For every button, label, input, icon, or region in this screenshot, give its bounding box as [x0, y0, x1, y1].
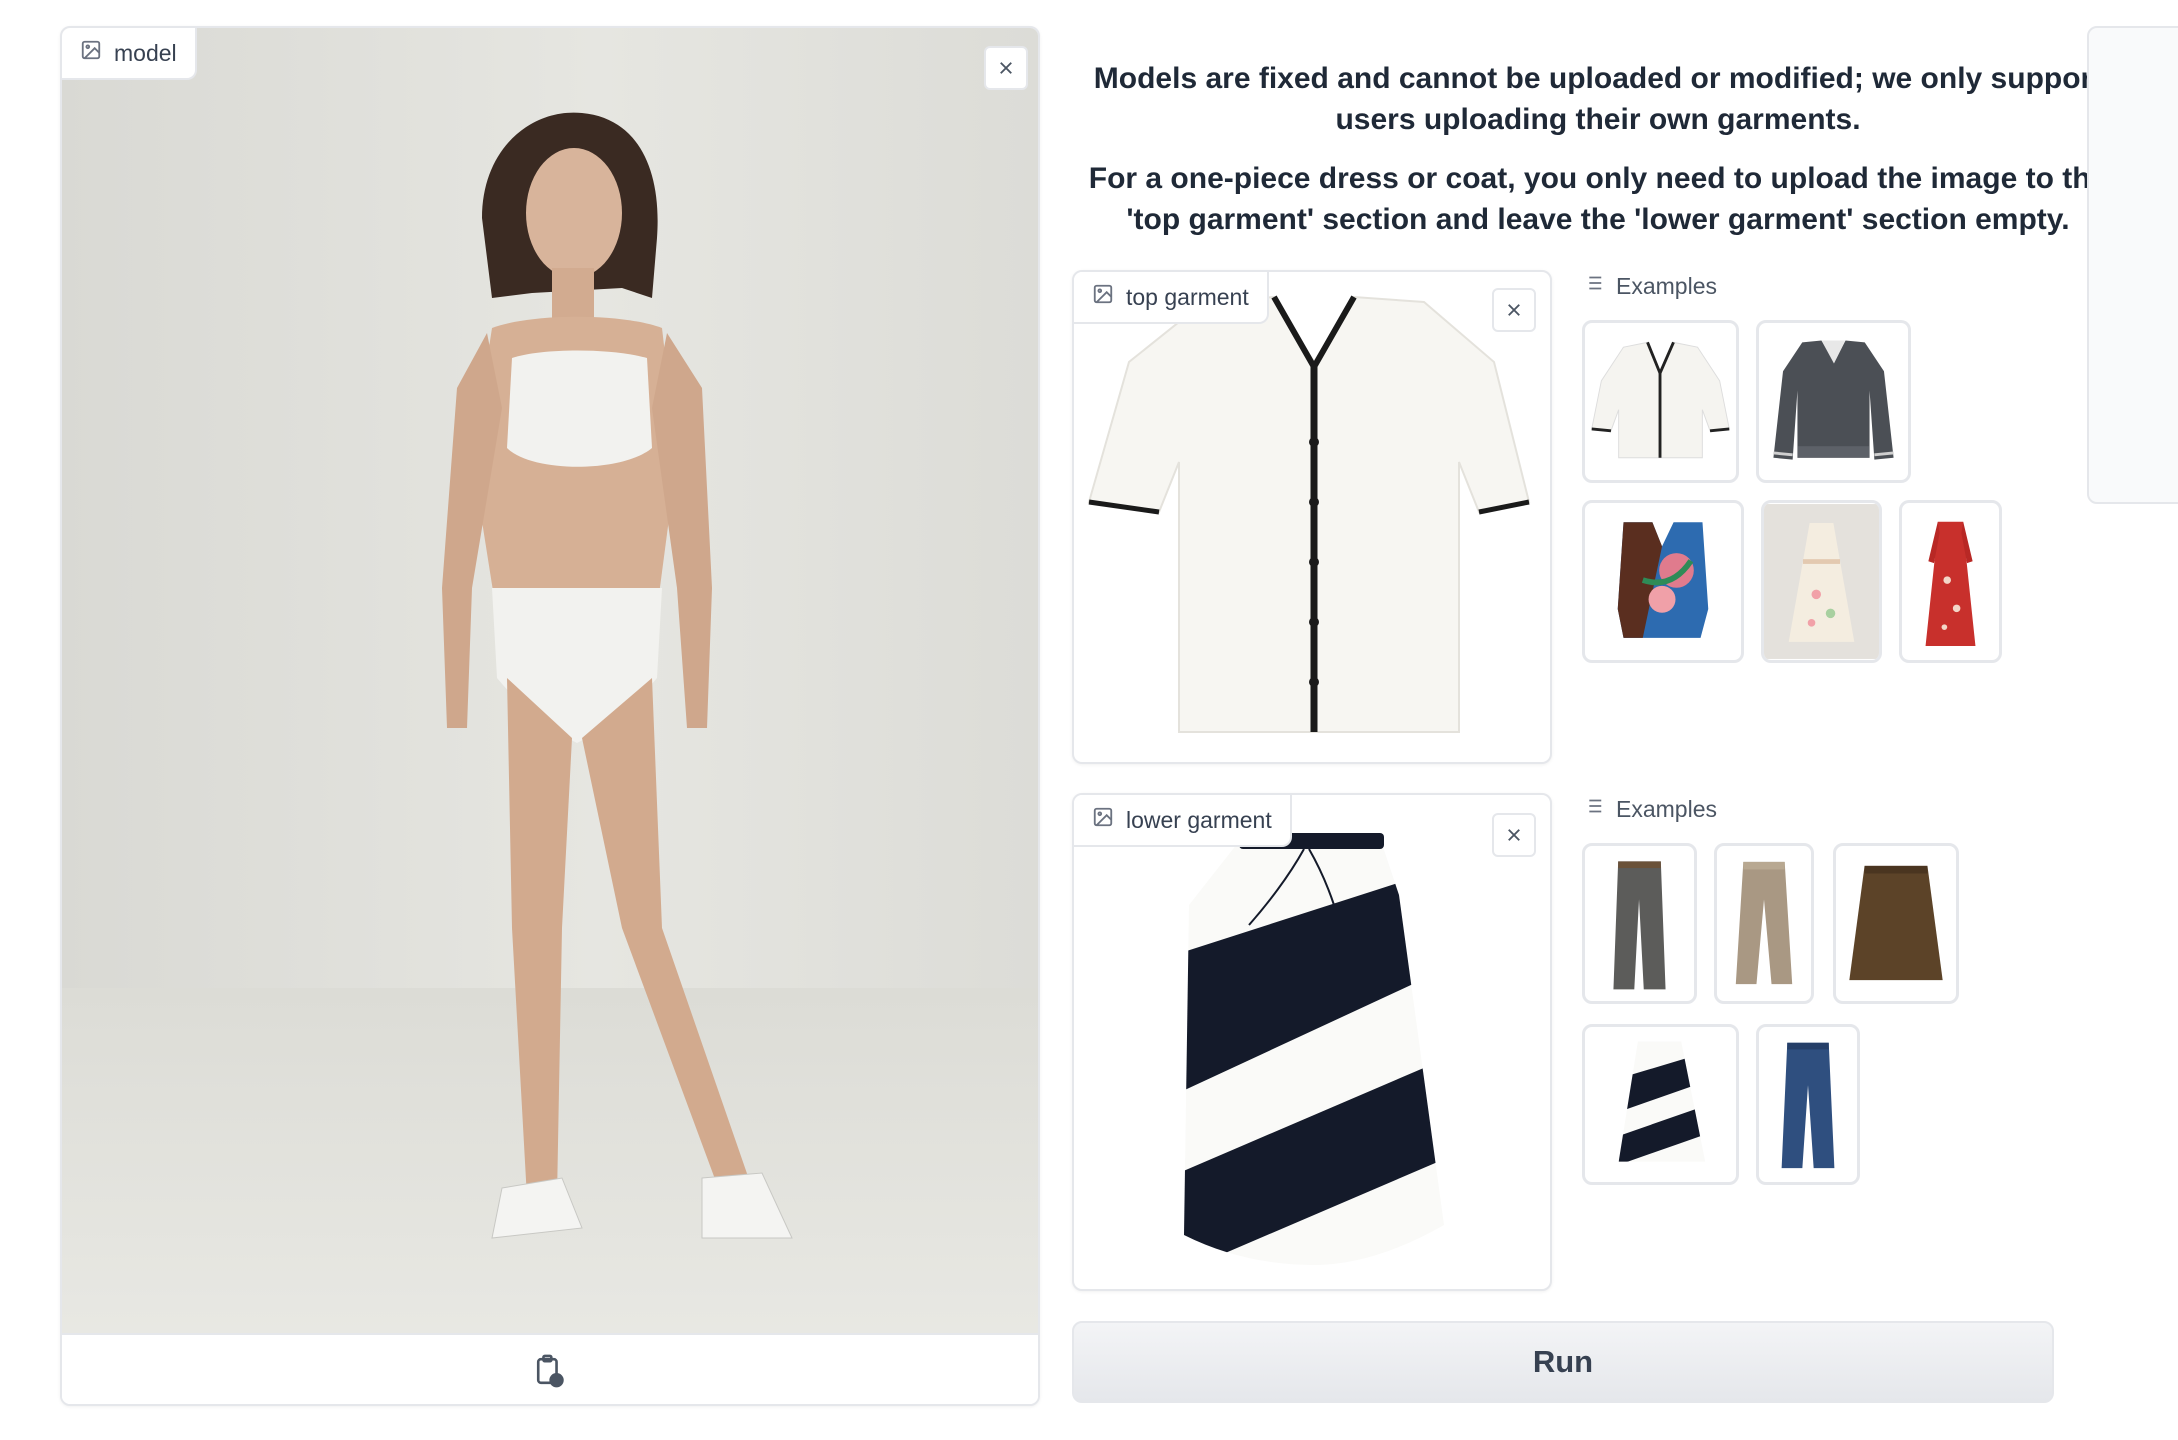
image-icon [1092, 283, 1114, 311]
top-garment-image [1074, 272, 1550, 762]
top-example-white-blouse[interactable] [1582, 320, 1739, 483]
model-figure [62, 112, 1038, 1333]
lower-example-beige-pants[interactable] [1714, 843, 1814, 1004]
image-icon [1092, 806, 1114, 834]
lower-example-grey-trousers[interactable] [1582, 843, 1697, 1004]
lower-examples-label: Examples [1616, 795, 1717, 822]
lower-garment-label: lower garment [1126, 806, 1272, 833]
image-icon [80, 39, 102, 67]
top-garment-label: top garment [1126, 283, 1249, 310]
top-example-patterned-vest[interactable] [1582, 500, 1744, 663]
top-examples-label: Examples [1616, 272, 1717, 299]
model-image-panel: model [60, 26, 1040, 1406]
model-paste-toolbar [62, 1333, 1038, 1404]
run-button[interactable]: Run [1072, 1321, 2054, 1403]
lower-example-striped-skirt[interactable] [1582, 1024, 1739, 1185]
close-icon [1508, 304, 1520, 316]
lower-garment-label-chip: lower garment [1074, 795, 1292, 847]
top-example-red-dress[interactable] [1899, 500, 2002, 663]
intro-text-one-piece: For a one-piece dress or coat, you only … [1088, 162, 2108, 236]
model-label: model [114, 39, 177, 66]
list-icon [1582, 795, 1604, 823]
close-icon [1000, 62, 1012, 74]
top-examples-header: Examples [1582, 272, 1717, 300]
model-clear-button[interactable] [984, 46, 1028, 90]
clipboard-paste-icon[interactable] [534, 1354, 566, 1388]
striped-skirt-image [1184, 833, 1444, 1265]
lower-garment-clear-button[interactable] [1492, 813, 1536, 857]
lower-garment-image [1074, 795, 1550, 1289]
top-garment-label-chip: top garment [1074, 272, 1269, 324]
lower-example-blue-jeans[interactable] [1756, 1024, 1860, 1185]
result-panel-edge [2087, 26, 2178, 504]
blouse-image [1087, 295, 1531, 733]
lower-garment-panel: lower garment [1072, 793, 1552, 1291]
lower-examples-header: Examples [1582, 795, 1717, 823]
lower-example-brown-skirt[interactable] [1833, 843, 1959, 1004]
intro-text-fixed-models: Models are fixed and cannot be uploaded … [1093, 62, 2103, 136]
top-garment-clear-button[interactable] [1492, 288, 1536, 332]
model-photo [62, 28, 1038, 1333]
close-icon [1508, 829, 1520, 841]
top-example-floral-dress[interactable] [1761, 500, 1882, 663]
list-icon [1582, 272, 1604, 300]
model-label-chip: model [62, 28, 197, 80]
top-garment-panel: top garment [1072, 270, 1552, 764]
top-example-grey-polo[interactable] [1756, 320, 1911, 483]
